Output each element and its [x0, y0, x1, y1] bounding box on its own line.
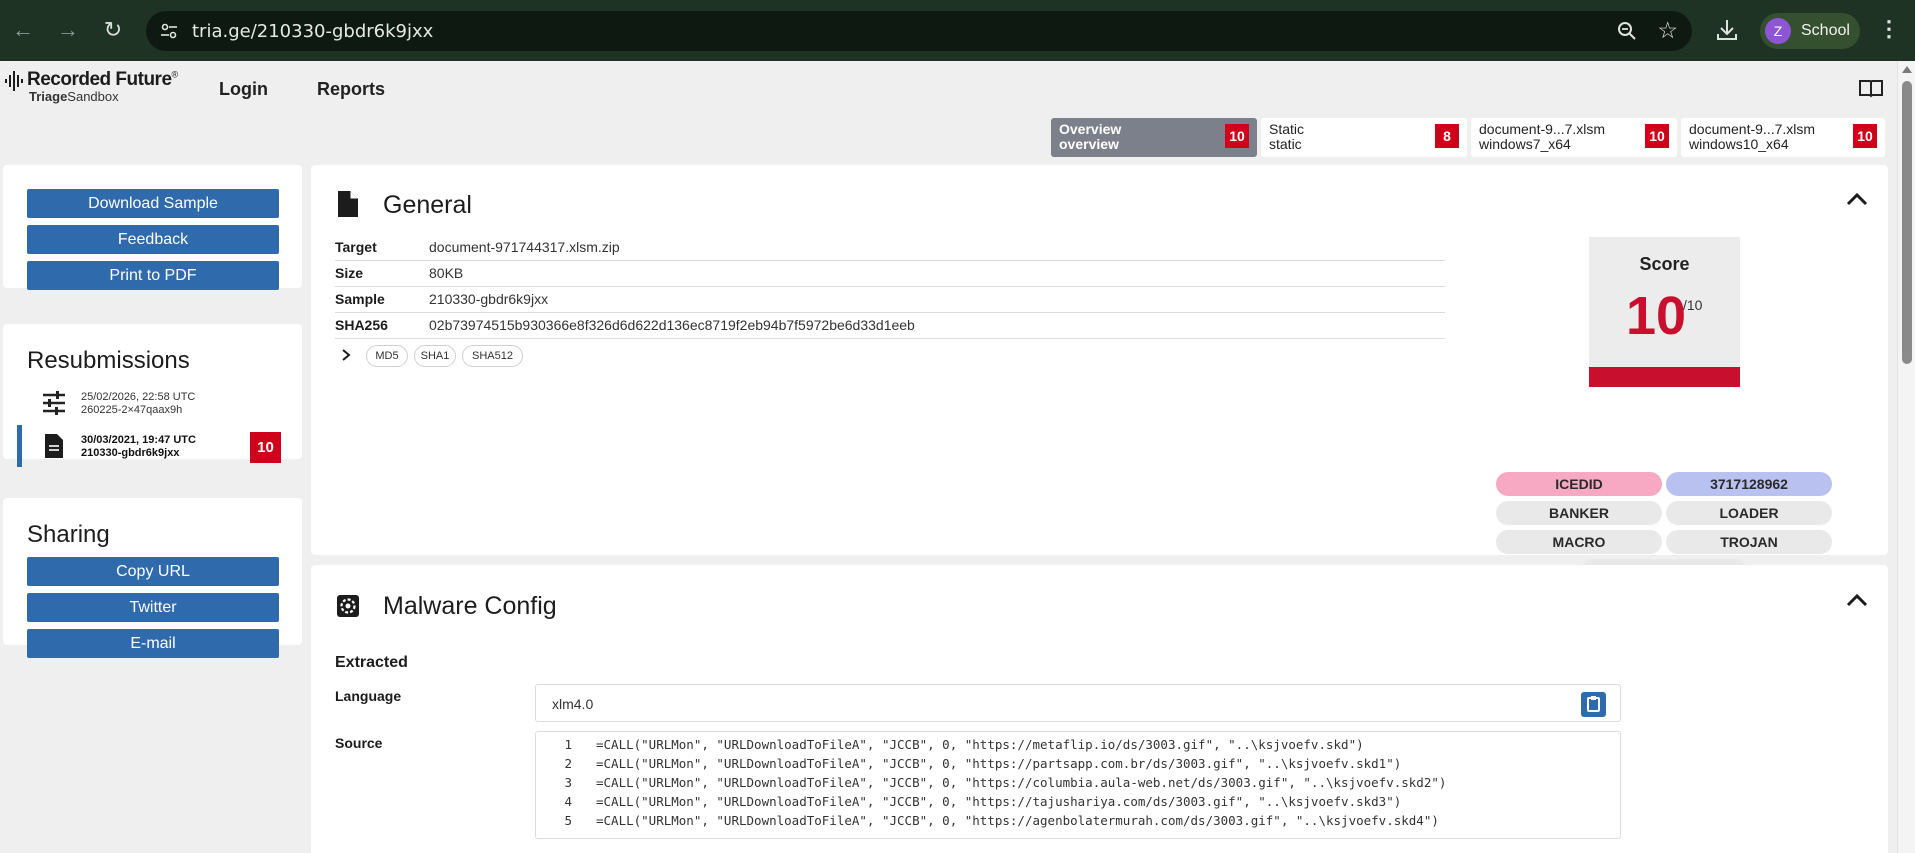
malware-config-title: Malware Config [383, 592, 557, 620]
malware-config-card: Malware Config Extracted Language xlm4.0… [311, 565, 1888, 853]
url-text[interactable]: tria.ge/210330-gbdr6k9jxx [192, 21, 433, 42]
zoom-icon[interactable] [1616, 20, 1638, 42]
print-pdf-button[interactable]: Print to PDF [27, 261, 279, 290]
resubmission-item-selected[interactable]: 30/03/2021, 19:47 UTC 210330-gbdr6k9jxx … [3, 425, 302, 469]
scroll-up-icon[interactable] [1902, 66, 1912, 73]
resubmissions-title: Resubmissions [27, 347, 190, 374]
code-line: 3 =CALL("URLMon", "URLDownloadToFileA", "… [564, 775, 1447, 790]
tag[interactable]: MACRO [1496, 530, 1662, 554]
info-row-size: Size 80KB [335, 261, 1445, 287]
bookmark-star-icon[interactable]: ☆ [1657, 18, 1678, 42]
tab-windows10[interactable]: document-9...7.xlsm windows10_x64 10 [1681, 118, 1885, 157]
gear-icon [337, 595, 359, 617]
tab-windows7[interactable]: document-9...7.xlsm windows7_x64 10 [1471, 118, 1677, 157]
source-label: Source [335, 735, 383, 751]
resubmission-item[interactable]: 25/02/2026, 22:58 UTC 260225-2×47qaax9h [3, 382, 302, 426]
source-code-block: 1 =CALL("URLMon", "URLDownloadToFileA", "… [535, 731, 1621, 839]
back-icon[interactable]: ← [8, 15, 38, 45]
scrollbar-thumb[interactable] [1902, 81, 1912, 364]
page-scrollbar[interactable] [1897, 61, 1915, 853]
expand-chevron-icon[interactable] [341, 348, 351, 362]
info-row-sample: Sample 210330-gbdr6k9jxx [335, 287, 1445, 313]
score-max: /10 [1683, 297, 1703, 313]
tag[interactable]: BANKER [1496, 501, 1662, 525]
logo[interactable]: Recorded Future® TriageSandbox [5, 69, 178, 111]
site-settings-icon[interactable] [159, 21, 179, 41]
document-icon [45, 434, 63, 458]
sha512-pill[interactable]: SHA512 [462, 345, 523, 367]
score-value: 10 [1626, 286, 1687, 346]
tab-score-badge: 10 [1225, 124, 1249, 148]
general-card: General Target document-971744317.xlsm.zi… [311, 165, 1888, 583]
tab-score-badge: 10 [1853, 124, 1877, 148]
docs-book-icon[interactable] [1859, 78, 1883, 98]
tag-botnet[interactable]: 3717128962 [1666, 472, 1832, 496]
language-label: Language [335, 688, 402, 704]
tag[interactable]: LOADER [1666, 501, 1832, 525]
code-line: 1 =CALL("URLMon", "URLDownloadToFileA", "… [564, 737, 1364, 752]
nav-login[interactable]: Login [219, 79, 268, 100]
md5-pill[interactable]: MD5 [366, 345, 408, 367]
score-bar [1589, 367, 1740, 387]
email-button[interactable]: E-mail [27, 629, 279, 658]
sharing-card: Sharing Copy URL Twitter E-mail [3, 498, 302, 658]
profile-name: School [1801, 22, 1850, 39]
tab-overview[interactable]: Overview overview 10 [1051, 118, 1257, 157]
download-icon[interactable] [1714, 17, 1740, 43]
actions-card: Download Sample Feedback Print to PDF [3, 165, 302, 290]
download-sample-button[interactable]: Download Sample [27, 189, 279, 218]
copy-clipboard-button[interactable] [1581, 692, 1606, 717]
tab-score-badge: 10 [1645, 124, 1669, 148]
collapse-chevron-icon[interactable] [1846, 593, 1868, 607]
more-menu-icon[interactable]: ⋮ [1878, 16, 1900, 42]
address-bar[interactable]: tria.ge/210330-gbdr6k9jxx ☆ [146, 11, 1692, 51]
score-badge: 10 [250, 432, 281, 463]
score-label: Score [1639, 254, 1690, 274]
tag-family[interactable]: ICEDID [1496, 472, 1662, 496]
nav-reports[interactable]: Reports [317, 79, 385, 100]
feedback-button[interactable]: Feedback [27, 225, 279, 254]
sliders-icon [43, 391, 65, 415]
brand-name: Recorded Future® [27, 69, 178, 90]
resubmissions-card: Resubmissions 25/02/2026, 22:58 UTC 2602… [3, 324, 302, 467]
code-line: 2 =CALL("URLMon", "URLDownloadToFileA", "… [564, 756, 1402, 771]
reload-icon[interactable]: ↻ [98, 15, 128, 45]
collapse-chevron-icon[interactable] [1846, 192, 1868, 206]
code-line: 5 =CALL("URLMon", "URLDownloadToFileA", "… [564, 813, 1439, 828]
profile-button[interactable]: Z School [1760, 13, 1860, 49]
info-row-sha256: SHA256 02b73974515b930366e8f326d6d622d136… [335, 313, 1445, 339]
language-field: xlm4.0 [535, 684, 1621, 722]
score-box: Score 10 /10 [1589, 237, 1740, 387]
logo-bars-icon [5, 71, 23, 91]
general-title: General [383, 191, 472, 219]
code-line: 4 =CALL("URLMon", "URLDownloadToFileA", "… [564, 794, 1402, 809]
tag[interactable]: TROJAN [1666, 530, 1832, 554]
tab-static[interactable]: Static static 8 [1261, 118, 1467, 157]
forward-icon[interactable]: → [53, 15, 83, 45]
clipboard-icon [1587, 696, 1600, 712]
document-icon [338, 191, 358, 217]
extracted-heading: Extracted [335, 654, 408, 671]
page: Recorded Future® TriageSandbox Login Rep… [0, 61, 1897, 853]
copy-url-button[interactable]: Copy URL [27, 557, 279, 586]
tab-score-badge: 8 [1435, 124, 1459, 148]
sharing-title: Sharing [27, 521, 110, 548]
sha1-pill[interactable]: SHA1 [414, 345, 456, 367]
browser-toolbar: ← → ↻ tria.ge/210330-gbdr6k9jxx ☆ Z Scho… [0, 0, 1915, 61]
avatar: Z [1765, 18, 1791, 44]
info-row-target: Target document-971744317.xlsm.zip [335, 235, 1445, 261]
twitter-button[interactable]: Twitter [27, 593, 279, 622]
brand-subtitle: TriageSandbox [29, 89, 119, 104]
